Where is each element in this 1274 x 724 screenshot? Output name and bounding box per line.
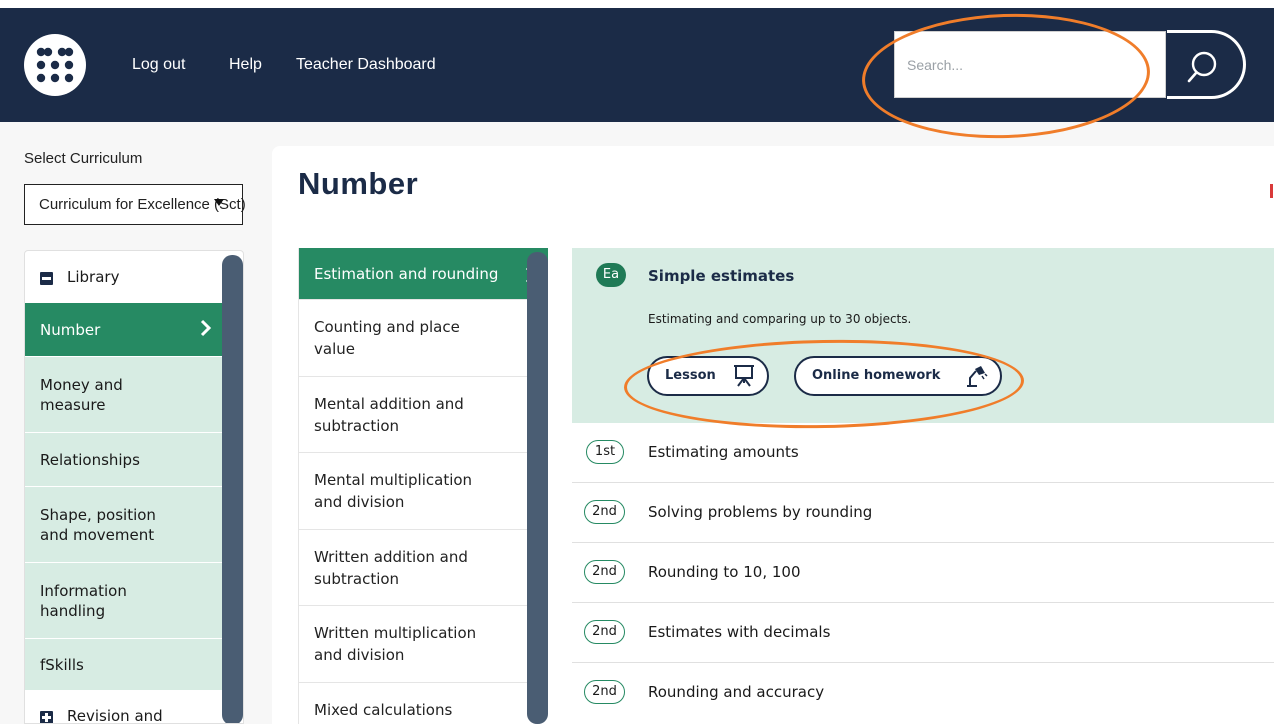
search-button[interactable]: [1167, 30, 1246, 99]
page-title: Number: [298, 166, 419, 201]
sidebar-item-number[interactable]: Number: [25, 303, 222, 357]
lesson-row[interactable]: 2nd Estimates with decimals: [572, 603, 1274, 663]
lesson-row[interactable]: 2nd Solving problems by rounding: [572, 483, 1274, 543]
top-strip: [0, 0, 1274, 8]
select-curriculum-label: Select Curriculum: [24, 150, 143, 167]
sidebar-item-money-and-measure[interactable]: Money and measure: [25, 357, 222, 433]
sidebar-item-label: Shape, position and movement: [40, 505, 156, 544]
topic-mental-addition-subtraction[interactable]: Mental addition and subtraction: [299, 377, 548, 453]
lesson-row[interactable]: 2nd Rounding and accuracy: [572, 663, 1274, 723]
lesson-row[interactable]: 2nd Rounding to 10, 100: [572, 543, 1274, 603]
sidebar-item-label: Information handling: [40, 581, 127, 620]
lesson-row[interactable]: 1st Estimating amounts: [572, 423, 1274, 483]
help-link[interactable]: Help: [229, 56, 262, 74]
topic-label: Written multiplication and division: [314, 624, 477, 664]
presentation-board-icon: [734, 365, 754, 387]
level-badge: Ea: [596, 263, 626, 287]
topic-scrollbar[interactable]: [527, 252, 548, 724]
lesson-button-label: Lesson: [665, 368, 716, 383]
online-homework-button[interactable]: Online homework: [794, 356, 1002, 396]
topic-written-multiplication-division[interactable]: Written multiplication and division: [299, 606, 548, 683]
sidebar-item-relationships[interactable]: Relationships: [25, 433, 222, 487]
library-panel: Library Number Money and measure Relatio…: [24, 250, 244, 724]
featured-lesson-description: Estimating and comparing up to 30 object…: [648, 312, 912, 326]
revision-header[interactable]: Revision and: [25, 691, 222, 724]
teacher-dashboard-link[interactable]: Teacher Dashboard: [296, 56, 436, 74]
expand-icon: [40, 711, 53, 723]
topic-written-addition-subtraction[interactable]: Written addition and subtraction: [299, 530, 548, 606]
level-badge: 2nd: [584, 560, 625, 584]
topic-mental-multiplication-division[interactable]: Mental multiplication and division: [299, 453, 548, 530]
topic-mixed-calculations[interactable]: Mixed calculations: [299, 683, 548, 724]
sidebar-item-label: Relationships: [40, 450, 140, 469]
sidebar-item-label: Number: [40, 320, 101, 339]
library-label: Library: [67, 268, 120, 286]
collapse-icon: [40, 272, 53, 285]
chevron-down-icon: [214, 199, 224, 206]
chevron-right-icon: [200, 319, 212, 337]
sidebar-item-shape-position-movement[interactable]: Shape, position and movement: [25, 487, 222, 563]
topic-label: Estimation and rounding: [314, 264, 499, 283]
lesson-title: Estimates with decimals: [648, 623, 831, 641]
search-input[interactable]: [895, 32, 1165, 97]
library-header[interactable]: Library: [25, 251, 222, 303]
featured-lesson-title[interactable]: Simple estimates: [648, 267, 794, 285]
sidebar-item-label: fSkills: [40, 655, 84, 674]
sidebar-scrollbar[interactable]: [222, 255, 243, 723]
topic-estimation-and-rounding[interactable]: Estimation and rounding: [299, 248, 548, 300]
online-homework-button-label: Online homework: [812, 368, 941, 383]
level-badge: 2nd: [584, 500, 625, 524]
lesson-title: Estimating amounts: [648, 443, 799, 461]
topic-list: Estimation and rounding Counting and pla…: [298, 248, 548, 724]
edge-marker: [1270, 184, 1273, 198]
lesson-list: Ea Simple estimates Estimating and compa…: [572, 248, 1274, 724]
lesson-title: Rounding and accuracy: [648, 683, 825, 701]
level-badge: 2nd: [584, 620, 625, 644]
featured-lesson: Ea Simple estimates Estimating and compa…: [572, 248, 1274, 423]
desk-lamp-icon: [967, 366, 988, 387]
level-badge: 1st: [586, 440, 624, 464]
sidebar-item-information-handling[interactable]: Information handling: [25, 563, 222, 639]
revision-label: Revision and: [67, 707, 163, 724]
apps-menu-icon[interactable]: [24, 34, 86, 96]
search-icon: [1187, 51, 1217, 83]
topic-label: Counting and place value: [314, 318, 460, 358]
lesson-button[interactable]: Lesson: [647, 356, 769, 396]
sidebar-item-fskills[interactable]: fSkills: [25, 639, 222, 691]
search-box: [894, 31, 1166, 98]
level-badge: 2nd: [584, 680, 625, 704]
topic-label: Mixed calculations: [314, 701, 453, 719]
logout-link[interactable]: Log out: [132, 56, 185, 74]
topic-label: Mental multiplication and division: [314, 471, 473, 511]
curriculum-select[interactable]: Curriculum for Excellence (Sct): [24, 184, 246, 225]
lesson-title: Solving problems by rounding: [648, 503, 873, 521]
top-navigation-bar: Log out Help Teacher Dashboard: [0, 0, 1274, 122]
sidebar-item-label: Money and measure: [40, 375, 123, 414]
topic-label: Mental addition and subtraction: [314, 394, 464, 435]
topic-label: Written addition and subtraction: [314, 547, 468, 588]
topic-counting-and-place-value[interactable]: Counting and place value: [299, 300, 548, 377]
lesson-title: Rounding to 10, 100: [648, 563, 801, 581]
